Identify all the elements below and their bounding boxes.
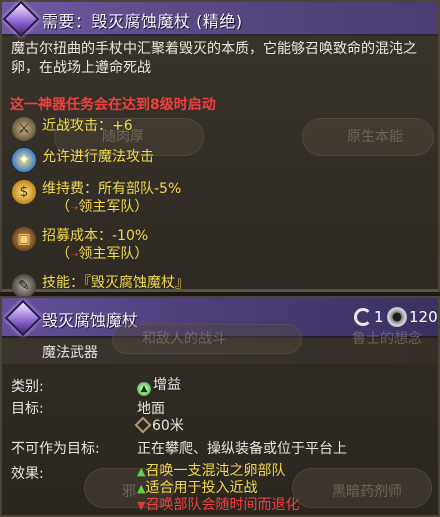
target-label: 目标: [11, 401, 44, 417]
recharge-icon [354, 308, 372, 326]
purple-gem-icon [2, 0, 40, 38]
invalid-target-value: 正在攀爬、操纵装备或位于平台上 [137, 441, 347, 457]
bonus-text: 近战攻击：+6 [42, 118, 133, 134]
requirement-header: 需要：毁灭腐蚀魔杖 (精绝) [2, 0, 438, 38]
bonus-text: 允许进行魔法攻击 [42, 149, 154, 165]
quest-warning: 这一神器任务会在达到8级时启动 [10, 97, 216, 113]
bonus-recruit-cost: ▣ 招募成本：-10% （➝领主军队） [12, 227, 149, 262]
spell-subtype: 魔法武器 [42, 345, 98, 361]
requirement-panel: 需要：毁灭腐蚀魔杖 (精绝) 魔古尔扭曲的手杖中汇聚着毁灭的本质，它能够召唤致命… [0, 0, 440, 298]
bonus-text: 维持费：所有部队-5% [42, 181, 182, 197]
bonus-melee-attack: ⚔ 近战攻击：+6 [12, 117, 133, 141]
bonus-subtext: （➝领主军队） [56, 199, 149, 215]
background-label: 原生本能 [347, 129, 403, 145]
target-range: 60米 [134, 415, 184, 435]
bonus-text: 技能：『毁灭腐蚀魔杖』 [42, 275, 189, 291]
effect-item: ▲召唤一支混沌之卵部队 [137, 463, 286, 479]
bonus-magic-attack: ✦ 允许进行魔法攻击 [12, 148, 154, 172]
item-description: 魔古尔扭曲的手杖中汇聚着毁灭的本质，它能够召唤致命的混沌之卵，在战场上遵命死战 [11, 41, 417, 76]
effect-item: ▲适合用于投入近战 [137, 480, 258, 496]
effect-item: ▼召唤部队会随时间而退化 [137, 497, 300, 513]
sword-icon: ⚔ [12, 117, 36, 141]
coin-icon: $ [12, 180, 36, 204]
category-value: ▲ 增益 [137, 374, 181, 396]
bonus-upkeep: $ 维持费：所有部队-5% （➝领主军队） [12, 180, 182, 215]
background-label: 邪 [122, 484, 136, 500]
target-range-icon [134, 416, 152, 434]
background-label: 黑暗药剂师 [332, 484, 402, 500]
recharge-value: 1 [374, 308, 384, 326]
background-label: 和敌人的战斗 [142, 331, 226, 347]
chest-icon: ▣ [12, 227, 36, 251]
requirement-title: 需要：毁灭腐蚀魔杖 (精绝) [42, 12, 243, 31]
invalid-target-label: 不可作为目标: [11, 441, 100, 457]
range-icon [387, 307, 407, 327]
staff-icon: ✎ [12, 274, 36, 298]
purple-gem-icon [4, 299, 42, 337]
bonus-text: 招募成本：-10% [42, 228, 149, 244]
spell-panel: 毁灭腐蚀魔杖 1 120 魔法武器 和敌人的战斗 鲁士的想念 邪 黑暗药剂师 类… [0, 296, 440, 517]
range-value: 120 [409, 308, 438, 326]
buff-icon: ▲ [137, 382, 151, 396]
category-label: 类别: [11, 379, 44, 395]
background-label: 鲁士的想念 [352, 331, 422, 347]
magic-icon: ✦ [12, 148, 36, 172]
bonus-skill: ✎ 技能：『毁灭腐蚀魔杖』 [12, 274, 189, 298]
effects-label: 效果: [11, 466, 44, 482]
bonus-subtext: （➝领主军队） [56, 246, 149, 262]
